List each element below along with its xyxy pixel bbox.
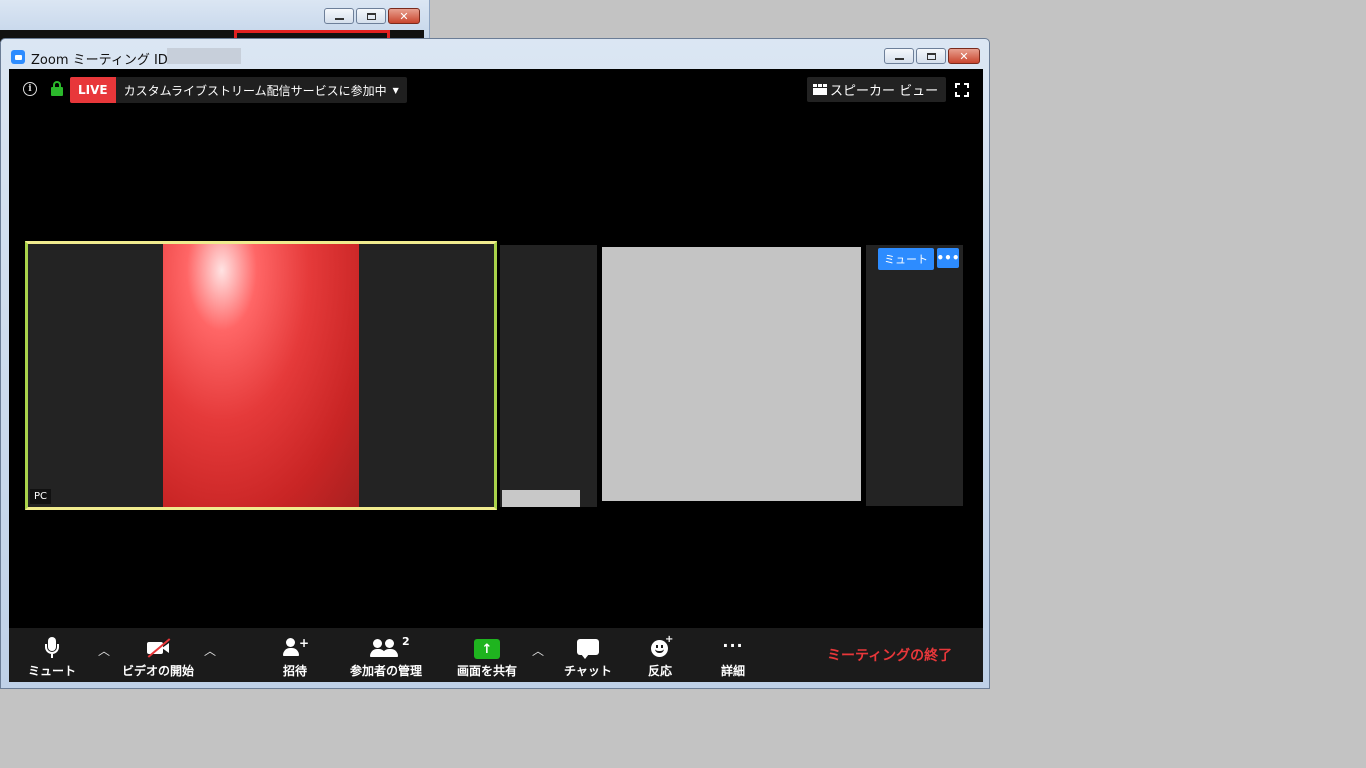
window-controls: ✕ — [884, 48, 980, 64]
bg-minimize-button[interactable] — [324, 8, 354, 24]
zoom-meeting-window: Zoom ミーティング ID: ✕ i LIVE カスタムライブストリーム配信サ… — [0, 38, 990, 689]
speaker-view-button[interactable]: スピーカー ビュー — [807, 77, 947, 102]
background-window: ✕ — [0, 0, 430, 42]
participant-count: 2 — [402, 635, 410, 648]
lock-icon[interactable] — [51, 81, 63, 97]
speaker-view-label: スピーカー ビュー — [830, 84, 939, 99]
live-badge: LIVE — [70, 77, 116, 103]
end-meeting-button[interactable]: ミーティングの終了 — [827, 645, 952, 665]
more-dots-icon: ··· — [722, 636, 744, 655]
reaction-smiley-icon: + — [645, 634, 675, 664]
invite-button[interactable]: + 招待 — [275, 628, 315, 682]
participant-tile[interactable] — [500, 245, 597, 507]
reactions-label: 反応 — [647, 664, 672, 678]
add-person-icon: + — [280, 634, 310, 664]
title-bar[interactable]: Zoom ミーティング ID: ✕ — [1, 39, 989, 69]
manage-participants-button[interactable]: 2 参加者の管理 — [345, 628, 427, 682]
maximize-button[interactable] — [916, 48, 946, 64]
start-video-label: ビデオの開始 — [121, 664, 194, 678]
participant-video — [163, 244, 359, 507]
more-label: 詳細 — [720, 664, 745, 678]
share-options-chevron-icon[interactable]: ︿ — [532, 642, 544, 659]
participant-name: PC — [30, 489, 52, 504]
participant-tile-redacted[interactable] — [602, 247, 861, 501]
speaker-view-icon — [813, 84, 827, 95]
window-title: Zoom ミーティング ID: — [31, 53, 173, 68]
info-icon[interactable]: i — [23, 82, 37, 96]
participant-mute-button[interactable]: ミュート — [878, 248, 934, 270]
share-screen-icon: ↑ — [472, 634, 502, 664]
share-screen-label: 画面を共有 — [456, 664, 517, 678]
live-stream-label: カスタムライブストリーム配信サービスに参加中 — [123, 83, 387, 98]
meeting-content: i LIVE カスタムライブストリーム配信サービスに参加中 ▼ スピーカー ビュ… — [9, 69, 983, 682]
share-screen-button[interactable]: ↑ 画面を共有 — [452, 628, 522, 682]
invite-label: 招待 — [282, 664, 307, 678]
manage-participants-label: 参加者の管理 — [349, 664, 422, 678]
meeting-toolbar: ミュート ︿ ビデオの開始 ︿ + 招待 2 参加者の管理 ↑ 画面を共有 ︿ … — [9, 628, 983, 682]
chat-button[interactable]: チャット — [559, 628, 617, 682]
participants-icon: 2 — [370, 634, 410, 664]
video-off-icon — [143, 634, 173, 664]
live-stream-status[interactable]: LIVE カスタムライブストリーム配信サービスに参加中 ▼ — [70, 77, 407, 103]
fullscreen-icon[interactable] — [955, 83, 969, 97]
background-window-controls: ✕ — [324, 8, 420, 24]
participant-tile[interactable]: ミュート ••• — [866, 245, 963, 506]
video-options-chevron-icon[interactable]: ︿ — [204, 642, 216, 659]
reactions-button[interactable]: + 反応 — [643, 628, 677, 682]
mute-button[interactable]: ミュート — [25, 628, 79, 682]
minimize-button[interactable] — [884, 48, 914, 64]
microphone-icon — [37, 634, 67, 664]
more-button[interactable]: ··· 詳細 — [715, 628, 751, 682]
start-video-button[interactable]: ビデオの開始 — [118, 628, 198, 682]
active-speaker-tile[interactable]: PC — [25, 241, 497, 510]
close-button[interactable]: ✕ — [948, 48, 980, 64]
meeting-id-redacted — [167, 48, 241, 64]
participant-more-button[interactable]: ••• — [937, 248, 960, 268]
mute-label: ミュート — [27, 664, 76, 678]
participant-name-redacted — [502, 490, 580, 507]
zoom-app-icon — [11, 50, 25, 64]
chat-icon — [573, 634, 603, 664]
chat-label: チャット — [564, 664, 612, 678]
bg-close-button[interactable]: ✕ — [388, 8, 420, 24]
bg-maximize-button[interactable] — [356, 8, 386, 24]
audio-options-chevron-icon[interactable]: ︿ — [98, 642, 110, 659]
caret-down-icon: ▼ — [392, 85, 399, 95]
